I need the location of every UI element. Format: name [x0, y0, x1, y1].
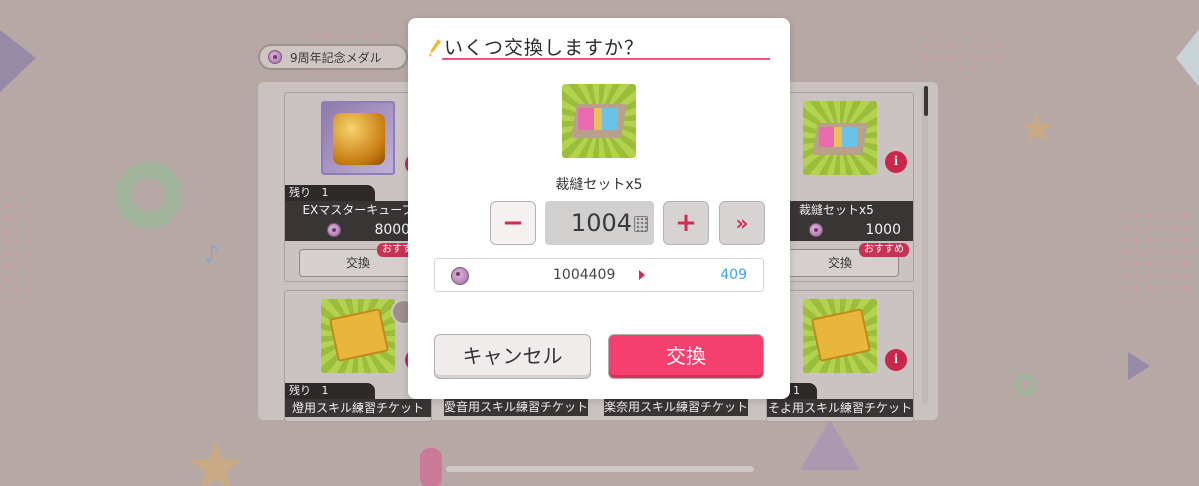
dialog-title: いくつ交換しますか？	[444, 37, 645, 59]
background-music-note-decoration: ♪	[204, 240, 220, 268]
cancel-button[interactable]: キャンセル	[434, 334, 591, 379]
background-triangle-decoration	[1128, 352, 1150, 380]
scrollbar-track[interactable]	[922, 86, 928, 404]
arrow-right-icon	[639, 270, 645, 280]
exchange-quantity-dialog: いくつ交換しますか？ 裁縫セットx5 − 1004 + » 1004409 40…	[408, 18, 790, 399]
shop-card: 楽奈用スキル練習チケット	[604, 398, 752, 422]
skill-ticket-image	[321, 299, 395, 373]
background-dot-pattern	[920, 40, 1000, 70]
item-name: 楽奈用スキル練習チケット	[604, 398, 748, 416]
scrollbar-thumb[interactable]	[924, 86, 928, 116]
increase-button[interactable]: +	[663, 201, 709, 245]
background-triangle-decoration	[1176, 28, 1199, 88]
item-name: そよ用スキル練習チケット	[767, 399, 913, 417]
quantity-input[interactable]: 1004	[545, 201, 654, 245]
medal-balance-row: 1004409 409	[434, 258, 764, 292]
item-name: 愛音用スキル練習チケット	[444, 398, 588, 416]
background-triangle-decoration	[0, 30, 36, 92]
remaining-count: 残り 1	[285, 383, 375, 399]
medal-tab-label: 9周年記念メダル	[290, 50, 382, 65]
remaining-count: 残り 1	[285, 185, 375, 201]
remain-value: 1	[793, 384, 800, 397]
background-dot-pattern	[1120, 210, 1190, 290]
background-star-decoration	[189, 440, 243, 486]
background-dot-pattern	[0, 200, 40, 290]
shop-card: 愛音用スキル練習チケット	[444, 398, 592, 422]
medal-icon	[268, 50, 282, 64]
title-underline	[442, 58, 770, 60]
sewing-set-image	[803, 101, 877, 175]
background-shape-decoration	[420, 448, 442, 486]
remain-value: 1	[321, 186, 329, 199]
balance-after-exchange: 409	[720, 267, 747, 283]
home-indicator	[446, 466, 754, 472]
quantity-value: 1004	[570, 209, 632, 237]
sewing-set-image	[562, 84, 636, 158]
medal-icon	[451, 267, 469, 285]
item-name: 燈用スキル練習チケット	[285, 399, 431, 417]
remain-value: 1	[321, 384, 329, 397]
recommended-badge: おすすめ	[859, 243, 909, 257]
skill-ticket-image	[803, 299, 877, 373]
info-icon[interactable]: i	[885, 151, 907, 173]
calculator-icon[interactable]	[634, 216, 648, 232]
medal-currency-tab[interactable]: 9周年記念メダル	[258, 44, 408, 70]
background-ring-decoration	[116, 162, 182, 228]
medal-icon	[809, 223, 823, 237]
background-star-decoration	[1020, 112, 1054, 143]
info-icon[interactable]: i	[885, 349, 907, 371]
decrease-button[interactable]: −	[490, 201, 536, 245]
ex-master-cube-image	[321, 101, 395, 175]
background-small-ring-decoration	[1014, 374, 1036, 396]
remain-label: 残り	[289, 384, 311, 397]
confirm-exchange-button[interactable]: 交換	[608, 334, 764, 379]
dialog-item-name: 裁縫セットx5	[555, 177, 643, 193]
pencil-icon	[429, 39, 441, 57]
background-triangle-decoration	[800, 420, 860, 470]
max-button[interactable]: »	[719, 201, 765, 245]
current-balance: 1004409	[553, 267, 616, 283]
medal-icon	[327, 223, 341, 237]
remain-label: 残り	[289, 186, 311, 199]
price-value: 1000	[865, 222, 901, 238]
